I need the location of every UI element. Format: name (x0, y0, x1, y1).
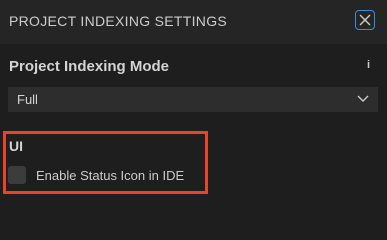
panel-title: PROJECT INDEXING SETTINGS (9, 13, 228, 29)
status-icon-checkbox-label[interactable]: Enable Status Icon in IDE (36, 168, 184, 183)
indexing-mode-label: Project Indexing Mode (9, 58, 170, 75)
ui-section-title: UI (9, 138, 23, 154)
close-icon (359, 14, 371, 26)
project-indexing-settings-panel: PROJECT INDEXING SETTINGS Project Indexi… (0, 0, 387, 200)
indexing-mode-select[interactable]: Full (8, 87, 378, 112)
status-icon-checkbox[interactable] (8, 166, 26, 184)
ui-section-highlight (3, 131, 208, 194)
indexing-mode-selected-value: Full (17, 92, 38, 107)
chevron-down-icon (357, 95, 369, 102)
info-icon[interactable]: i (367, 59, 370, 71)
close-button[interactable] (355, 10, 375, 30)
panel-header: PROJECT INDEXING SETTINGS (0, 0, 387, 44)
